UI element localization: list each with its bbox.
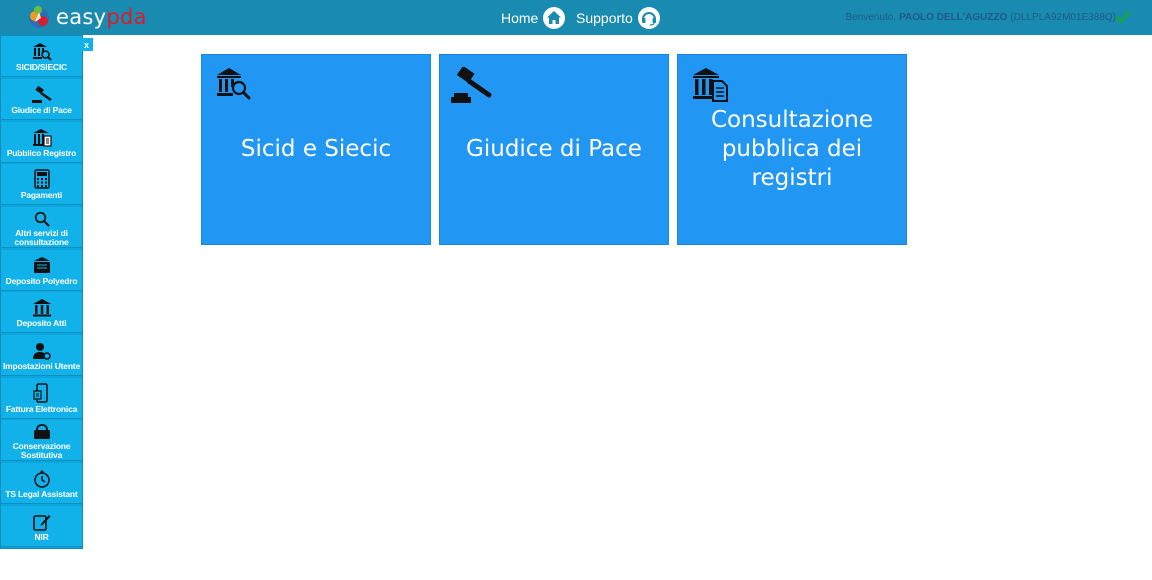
welcome-prefix: Benvenuto, [845,12,897,23]
nav-home[interactable]: Home [501,0,566,35]
registry-icon [32,127,52,147]
invoice-phone-icon [32,382,51,403]
nav-support-label: Supporto [576,9,633,26]
check-icon [1115,10,1131,24]
sidebar-item-label: SICID/SIECIC [16,61,67,72]
home-icon [543,6,566,29]
sidebar-item-impostazioni-utente[interactable]: Impostazioni Utente [1,335,82,376]
nav-support[interactable]: Supporto [576,0,660,35]
sidebar-close-button[interactable]: x [80,38,93,51]
sidebar-item-label: Pagamenti [20,189,63,200]
clock-assistant-icon [33,468,51,488]
logo-mark-icon [26,4,52,30]
sidebar-item-label: Giudice di Pace [11,104,72,115]
nav-home-label: Home [501,9,539,26]
sidebar-item-label: Impostazioni Utente [3,360,80,371]
sidebar-item-label: Pubblico Registro [6,147,77,158]
user-settings-icon [32,340,51,360]
sidebar-item-label: NIR [34,531,49,542]
app-logo[interactable]: easypda [26,2,147,32]
sidebar-item-label: Conservazione Sostitutiva [12,441,71,460]
welcome-user[interactable]: PAOLO DELL'AGUZZO [899,12,1007,23]
sidebar-item-sicid[interactable]: SICID/SIECIC [1,36,82,77]
sidebar-item-deposito-atti[interactable]: Deposito Atti [1,292,82,333]
logo-text: easypda [56,5,147,29]
deposit-icon [32,255,52,275]
sidebar-item-giudice-pace[interactable]: Giudice di Pace [1,79,82,120]
calculator-icon [33,168,50,189]
courthouse-icon [32,297,52,317]
tile-title: Giudice di Pace [466,136,642,162]
archive-icon [33,420,51,440]
gavel-icon [31,84,53,104]
tile-title: Sicid e Siecic [240,136,392,162]
sidebar-item-pubblico-registro[interactable]: Pubblico Registro [1,122,82,163]
tile-title: Consultazione pubblica dei registri [710,107,874,191]
sidebar-item-label: Deposito Atti [16,317,67,328]
welcome-code: (DLLPLA92M01E388Q) [1010,12,1116,23]
sidebar-item-altri-servizi[interactable]: Altri servizi di consultazione [1,207,82,248]
sidebar-item-label: Altri servizi di consultazione [14,228,69,247]
search-icon [34,207,50,227]
sidebar-item-pagamenti[interactable]: Pagamenti [1,164,82,205]
sidebar-item-label: TS Legal Assistant [5,488,78,499]
tile-consultazione-registri[interactable]: Consultazione pubblica dei registri [677,54,907,245]
sidebar-item-nir[interactable]: NIR [1,506,82,547]
headset-icon [637,6,660,29]
welcome-text: Benvenuto, PAOLO DELL'AGUZZO (DLLPLA92M0… [845,0,1116,35]
sidebar-item-ts-legal-assistant[interactable]: TS Legal Assistant [1,463,82,504]
logo-text-part1: easy [56,5,107,29]
sidebar-item-label: Deposito Polyedro [5,275,78,286]
edit-icon [32,511,51,531]
sidebar-item-conservazione[interactable]: Conservazione Sostitutiva [1,420,82,461]
top-header: easypda Home Supporto Benvenuto, PAOLO D… [0,0,1152,35]
courthouse-search-icon [32,41,52,61]
sidebar-item-deposito-polyedro[interactable]: Deposito Polyedro [1,250,82,291]
logo-text-part2: pda [106,5,147,29]
tile-giudice-pace[interactable]: Giudice di Pace [439,54,669,245]
tile-sicid-siecic[interactable]: Sicid e Siecic [201,54,431,245]
sidebar-item-fattura-elettronica[interactable]: Fattura Elettronica [1,378,82,419]
sidebar-item-label: Fattura Elettronica [5,403,78,414]
